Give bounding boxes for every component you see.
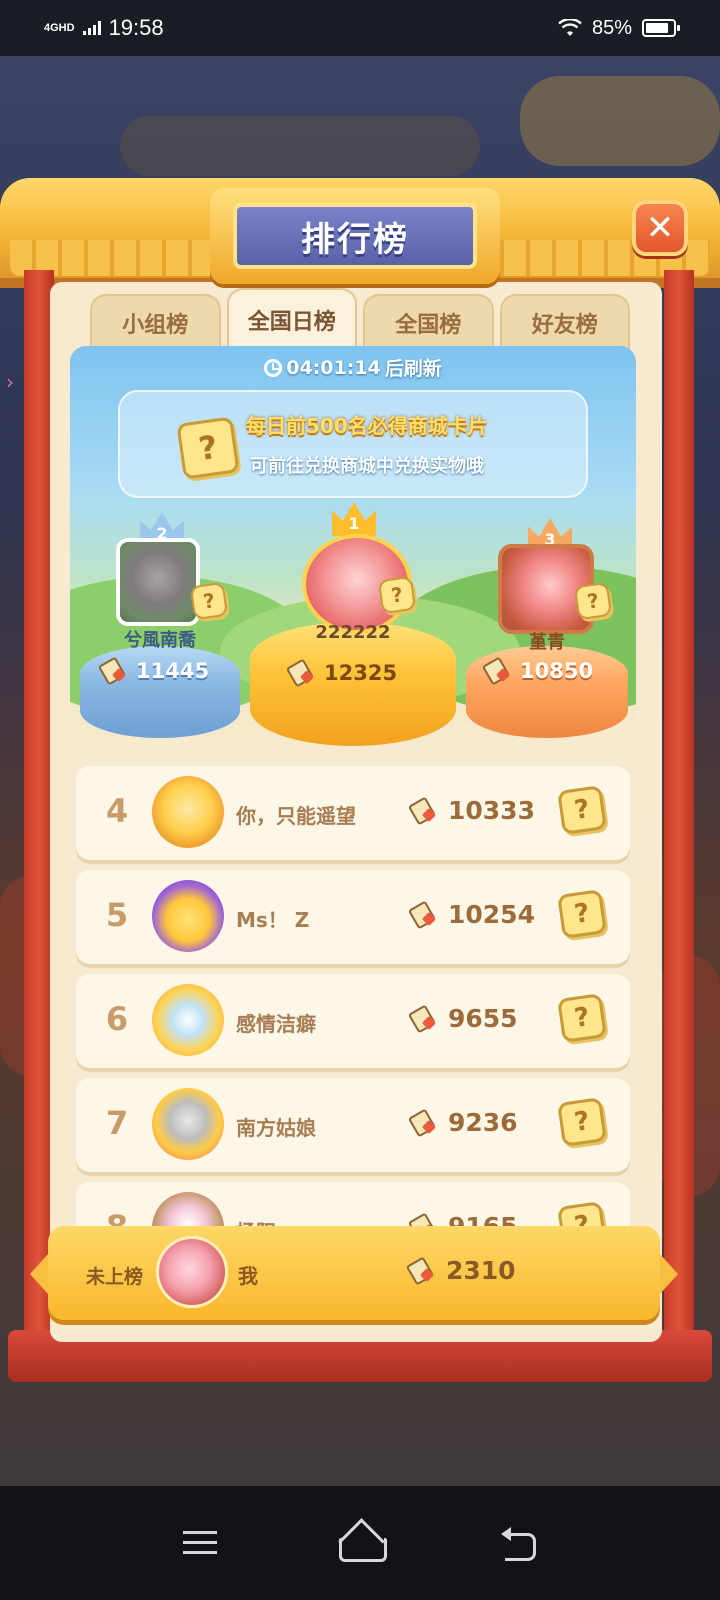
list-item[interactable]: 8 杨阳 9165 ? [76, 1182, 630, 1228]
player-score: 9236 [410, 1108, 518, 1137]
crown-first-icon: 1 [332, 502, 376, 536]
tab-friends[interactable]: 好友榜 [499, 294, 630, 350]
close-icon: ✕ [645, 208, 675, 248]
my-avatar[interactable] [156, 1236, 228, 1308]
score-value: 9655 [448, 1004, 518, 1033]
my-name: 我 [238, 1264, 258, 1288]
refresh-timer: 04:01:14 后刷新 [70, 354, 636, 381]
shovel-icon [100, 658, 128, 684]
notice-subtext: 可前往兑换商城中兑换实物哦 [250, 456, 484, 477]
right-pillar [664, 270, 694, 1340]
clock-time: 19:58 [108, 15, 164, 40]
rank-number: 7 [105, 1104, 129, 1142]
rank-number: 4 [105, 792, 129, 830]
shovel-icon [288, 660, 316, 686]
player-score: 10333 [410, 796, 535, 825]
rank-number: 8 [105, 1208, 129, 1228]
player-name: 你，只能遥望 [236, 804, 356, 828]
tab-group[interactable]: 小组榜 [90, 294, 221, 350]
list-item[interactable]: 4 你，只能遥望 10333 ? [76, 766, 630, 860]
third-place-name: 堇青 [529, 632, 565, 653]
card-question-icon[interactable]: ? [557, 1097, 607, 1147]
first-place-name: 222222 [315, 622, 391, 643]
rank-number: 5 [105, 896, 129, 934]
tab-national-daily[interactable]: 全国日榜 [226, 288, 357, 350]
tab-national[interactable]: 全国榜 [363, 294, 494, 350]
player-name: 感情洁癖 [236, 1012, 316, 1036]
card-question-icon: ? [176, 416, 240, 480]
shovel-icon [410, 1110, 438, 1136]
page-title: 排行榜 [233, 203, 477, 269]
player-name: Ms！ Z [236, 908, 310, 932]
ranking-list[interactable]: 4 你，只能遥望 10333 ? 5 Ms！ Z 10254 ? 6 感情洁癖 … [76, 766, 630, 1228]
avatar[interactable] [152, 1192, 224, 1228]
close-button[interactable]: ✕ [632, 200, 688, 256]
shovel-icon [410, 1006, 438, 1032]
shovel-icon [410, 902, 438, 928]
list-item[interactable]: 7 南方姑娘 9236 ? [76, 1078, 630, 1172]
score-value: 10254 [448, 900, 535, 929]
third-place-score: 10850 [484, 658, 593, 684]
score-value: 2310 [446, 1256, 516, 1285]
score-value: 12325 [324, 661, 398, 685]
player-score: 10254 [410, 900, 535, 929]
card-question-icon[interactable]: ? [557, 889, 607, 939]
avatar[interactable] [152, 880, 224, 952]
rank-number: 6 [105, 1000, 129, 1038]
battery-icon [642, 19, 680, 37]
my-rank-bar[interactable]: 未上榜 我 2310 [30, 1226, 678, 1320]
clock-icon [264, 358, 283, 377]
back-icon[interactable] [493, 1523, 547, 1563]
card-question-icon[interactable]: ? [557, 993, 607, 1043]
title-plaque: 排行榜 [210, 188, 500, 284]
card-question-icon[interactable]: ? [557, 1201, 607, 1228]
list-item[interactable]: 6 感情洁癖 9655 ? [76, 974, 630, 1068]
refresh-countdown: 04:01:14 [286, 356, 381, 379]
battery-percent: 85% [591, 16, 632, 39]
side-arrow-icon[interactable]: › [6, 370, 26, 400]
avatar[interactable] [152, 1088, 224, 1160]
score-value: 10850 [520, 659, 594, 683]
network-type: 4GHD [44, 22, 75, 34]
card-question-icon[interactable]: ? [189, 581, 229, 621]
refresh-suffix: 后刷新 [384, 358, 442, 380]
my-rank-label: 未上榜 [86, 1266, 144, 1288]
player-score: 9655 [410, 1004, 518, 1033]
signal-icon [82, 21, 101, 35]
status-bar: 4GHD 19:58 85% [0, 0, 720, 56]
score-value: 11445 [136, 659, 210, 683]
tab-bar: 小组榜 全国日榜 全国榜 好友榜 [90, 288, 630, 350]
top-three-podium: 04:01:14 后刷新 ? 每日前500名必得商城卡片 可前往兑换商城中兑换实物… [70, 346, 636, 766]
avatar[interactable] [152, 776, 224, 848]
shovel-icon [484, 658, 512, 684]
second-place-name: 兮風南喬 [124, 630, 196, 651]
score-value: 9236 [448, 1108, 518, 1137]
menu-icon[interactable] [173, 1523, 227, 1563]
shovel-icon [410, 798, 438, 824]
home-icon[interactable] [333, 1523, 387, 1563]
reward-notice: ? 每日前500名必得商城卡片 可前往兑换商城中兑换实物哦 [118, 390, 588, 498]
card-question-icon[interactable]: ? [573, 581, 613, 621]
list-item[interactable]: 5 Ms！ Z 10254 ? [76, 870, 630, 964]
avatar[interactable] [152, 984, 224, 1056]
notice-headline: 每日前500名必得商城卡片 [246, 414, 488, 438]
score-value: 10333 [448, 796, 535, 825]
wifi-icon [558, 19, 582, 36]
my-score: 2310 [408, 1256, 516, 1285]
card-question-icon[interactable]: ? [557, 785, 607, 835]
card-question-icon[interactable]: ? [377, 575, 417, 615]
first-place-score: 12325 [288, 660, 397, 686]
shovel-icon [408, 1258, 436, 1284]
player-name: 南方姑娘 [236, 1116, 316, 1140]
system-nav-bar [0, 1486, 720, 1600]
second-place-score: 11445 [100, 658, 209, 684]
avatar-second[interactable] [116, 538, 200, 626]
